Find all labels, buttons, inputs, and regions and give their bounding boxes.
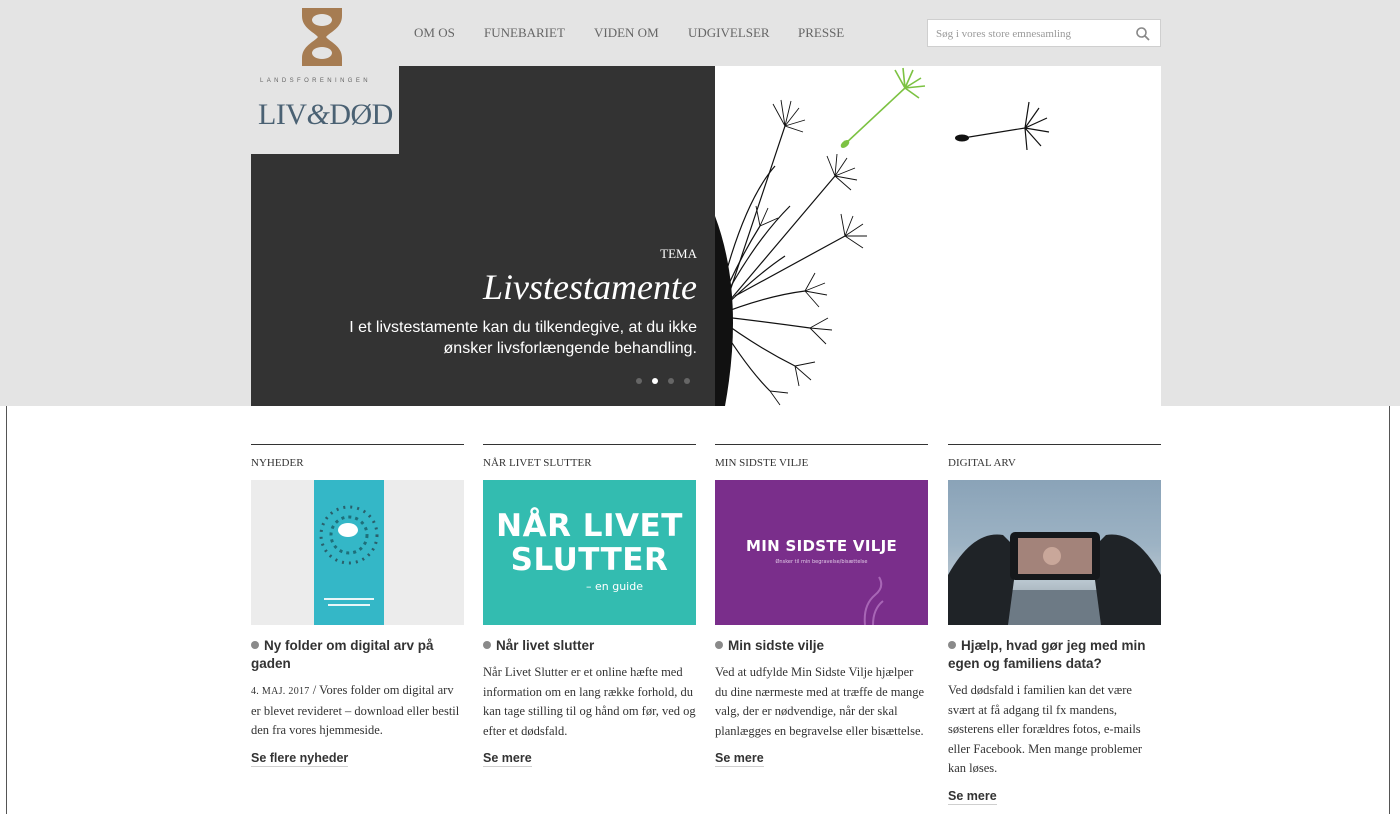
guide-image-line2: SLUTTER — [510, 542, 669, 578]
column-category[interactable]: DIGITAL ARV — [948, 457, 1161, 480]
news-column: NYHEDER Ny folder om digital arv på gade… — [251, 444, 464, 767]
nav-item-om-os[interactable]: OM OS — [414, 25, 455, 41]
news-title[interactable]: Ny folder om digital arv på gaden — [251, 637, 464, 673]
guide-column: NÅR LIVET SLUTTER NÅR LIVET SLUTTER – en… — [483, 444, 696, 767]
last-will-body: Ved at udfylde Min Sidste Vilje hjælper … — [715, 665, 925, 738]
nav-item-udgivelser[interactable]: UDGIVELSER — [688, 25, 770, 41]
logo-mark-icon[interactable] — [296, 6, 348, 68]
nav-item-viden-om[interactable]: VIDEN OM — [594, 25, 659, 41]
window-edge-right — [1389, 406, 1390, 814]
hero-description: I et livstestamente kan du tilkendegive,… — [349, 319, 697, 357]
column-category[interactable]: NYHEDER — [251, 457, 464, 480]
logo-name[interactable]: LIV&DØD — [258, 98, 393, 132]
column-divider — [948, 444, 1161, 445]
folder-cover-art — [319, 505, 379, 606]
last-will-column: MIN SIDSTE VILJE MIN SIDSTE VILJE Ønsker… — [715, 444, 928, 767]
carousel-dots — [636, 378, 690, 384]
hero-panel-top — [399, 66, 715, 154]
nav-item-presse[interactable]: PRESSE — [798, 25, 844, 41]
news-body: 4. MAJ. 2017 / Vores folder om digital a… — [251, 683, 460, 737]
guide-image[interactable]: NÅR LIVET SLUTTER – en guide — [483, 480, 696, 625]
carousel-dot-1[interactable] — [636, 378, 642, 384]
nav-item-funebariet[interactable]: FUNEBARIET — [484, 25, 565, 41]
last-will-image-subtitle: Ønsker til min begravelse/bisættelse — [775, 559, 868, 565]
bullet-icon — [715, 641, 723, 649]
dandelion-illustration — [715, 67, 1050, 406]
smartphone-photo[interactable] — [948, 480, 1161, 625]
news-date: 4. MAJ. 2017 — [251, 686, 310, 697]
more-news-link[interactable]: Se flere nyheder — [251, 751, 349, 767]
carousel-dot-3[interactable] — [668, 378, 674, 384]
hero-tag: TEMA — [660, 246, 697, 261]
guide-body: Når Livet Slutter er et online hæfte med… — [483, 665, 696, 738]
bullet-icon — [251, 641, 259, 649]
column-category[interactable]: NÅR LIVET SLUTTER — [483, 457, 696, 480]
flourish-icon — [863, 576, 884, 625]
logo-tagline: LANDSFORENINGEN — [260, 78, 372, 84]
hands-with-phone-illustration — [948, 532, 1161, 625]
see-more-link[interactable]: Se mere — [483, 751, 532, 767]
carousel-dot-2[interactable] — [652, 378, 658, 384]
see-more-link[interactable]: Se mere — [948, 789, 997, 805]
guide-image-line1: NÅR LIVET — [496, 508, 683, 544]
last-will-image-title: MIN SIDSTE VILJE — [746, 537, 897, 555]
bullet-icon — [483, 641, 491, 649]
hero-image[interactable] — [715, 66, 1161, 406]
digital-legacy-column: DIGITAL ARV Hjælp, hvad gør jeg med min … — [948, 444, 1161, 805]
bullet-icon — [948, 641, 956, 649]
column-divider — [251, 444, 464, 445]
search-box — [927, 19, 1161, 47]
window-edge-left — [6, 406, 7, 814]
guide-image-line3: – en guide — [586, 580, 643, 593]
folder-image[interactable] — [251, 480, 464, 625]
hero-title[interactable]: Livstestamente — [483, 266, 697, 308]
folder-cover — [314, 480, 384, 625]
column-category[interactable]: MIN SIDSTE VILJE — [715, 457, 928, 480]
carousel-dot-4[interactable] — [684, 378, 690, 384]
see-more-link[interactable]: Se mere — [715, 751, 764, 767]
digital-legacy-title[interactable]: Hjælp, hvad gør jeg med min egen og fami… — [948, 637, 1161, 673]
search-icon[interactable] — [1135, 26, 1151, 42]
last-will-title[interactable]: Min sidste vilje — [715, 637, 928, 655]
column-divider — [483, 444, 696, 445]
guide-title[interactable]: Når livet slutter — [483, 637, 696, 655]
digital-legacy-body: Ved dødsfald i familien kan det være svæ… — [948, 683, 1143, 775]
last-will-image[interactable]: MIN SIDSTE VILJE Ønsker til min begravel… — [715, 480, 928, 625]
search-input[interactable] — [936, 24, 1132, 43]
column-divider — [715, 444, 928, 445]
